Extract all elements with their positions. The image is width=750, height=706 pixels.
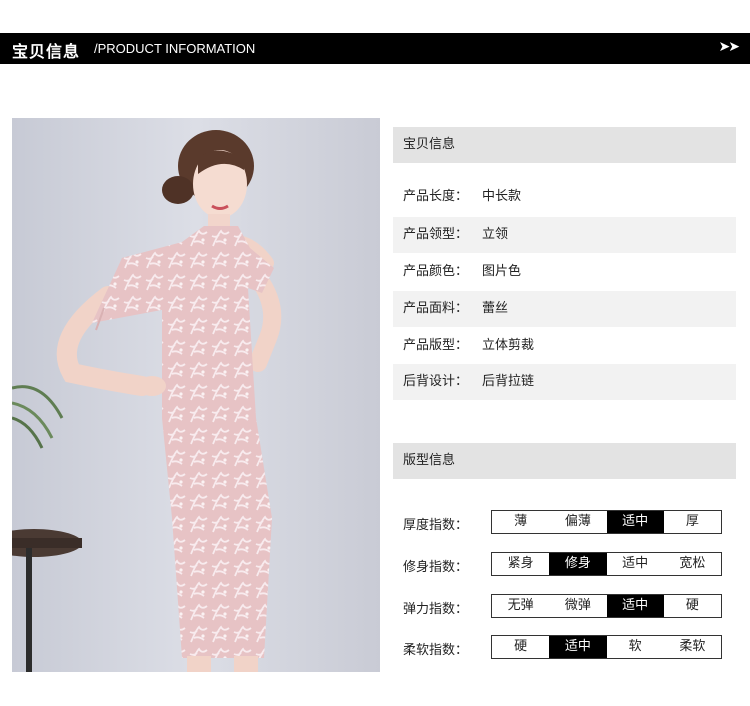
detail-label: 后背设计： bbox=[403, 374, 469, 389]
detail-row: 产品长度： 中长款 bbox=[393, 179, 736, 215]
scale-option: 厚 bbox=[685, 514, 699, 529]
scale-option: 硬 bbox=[514, 639, 528, 654]
detail-label: 产品版型： bbox=[403, 338, 469, 353]
scale-option: 紧身 bbox=[507, 556, 534, 571]
details-heading: 宝贝信息 bbox=[393, 127, 736, 163]
section-banner: 宝贝信息 /PRODUCT INFORMATION ➤➤ bbox=[0, 33, 750, 64]
thickness-scale: 薄 偏薄 适中 厚 bbox=[491, 510, 722, 534]
model-illustration bbox=[12, 118, 380, 672]
banner-title-cn: 宝贝信息 bbox=[12, 42, 81, 61]
scale-option-selected: 适中 bbox=[606, 511, 664, 533]
detail-row: 产品颜色： 图片色 bbox=[393, 254, 736, 290]
scale-option: 硬 bbox=[685, 598, 699, 613]
scale-option: 宽松 bbox=[679, 556, 706, 571]
banner-title-en: /PRODUCT INFORMATION bbox=[94, 41, 256, 56]
scale-option: 无弹 bbox=[507, 598, 534, 613]
scale-option-selected: 修身 bbox=[549, 553, 607, 575]
scale-option: 偏薄 bbox=[564, 514, 591, 529]
scale-option-selected: 适中 bbox=[549, 636, 607, 658]
detail-value: 蕾丝 bbox=[482, 301, 509, 316]
arrow-icon: ➤➤ bbox=[718, 39, 741, 55]
slimness-scale: 紧身 修身 适中 宽松 bbox=[491, 552, 722, 576]
scale-option: 薄 bbox=[514, 514, 528, 529]
detail-value: 中长款 bbox=[482, 189, 522, 204]
fit-heading: 版型信息 bbox=[393, 443, 736, 479]
detail-value: 立体剪裁 bbox=[482, 338, 535, 353]
detail-row: 产品面料： 蕾丝 bbox=[393, 291, 736, 327]
fit-label-elasticity: 弹力指数： bbox=[403, 602, 469, 617]
detail-label: 产品领型： bbox=[403, 227, 469, 242]
detail-value: 立领 bbox=[482, 227, 509, 242]
detail-label: 产品面料： bbox=[403, 301, 469, 316]
detail-row: 产品领型： 立领 bbox=[393, 217, 736, 253]
fit-label-slimness: 修身指数： bbox=[403, 560, 469, 575]
detail-value: 图片色 bbox=[482, 264, 522, 279]
detail-value: 后背拉链 bbox=[482, 374, 535, 389]
elasticity-scale: 无弹 微弹 适中 硬 bbox=[491, 594, 722, 618]
product-photo bbox=[12, 118, 380, 672]
detail-row: 后背设计： 后背拉链 bbox=[393, 364, 736, 400]
scale-option: 柔软 bbox=[679, 639, 706, 654]
detail-label: 产品颜色： bbox=[403, 264, 469, 279]
scale-option-selected: 适中 bbox=[606, 595, 664, 617]
softness-scale: 硬 适中 软 柔软 bbox=[491, 635, 722, 659]
detail-row: 产品版型： 立体剪裁 bbox=[393, 328, 736, 364]
scale-option: 适中 bbox=[622, 556, 649, 571]
fit-label-thickness: 厚度指数： bbox=[403, 518, 469, 533]
scale-option: 微弹 bbox=[564, 598, 591, 613]
scale-option: 软 bbox=[628, 639, 642, 654]
detail-label: 产品长度： bbox=[403, 189, 469, 204]
fit-label-softness: 柔软指数： bbox=[403, 643, 469, 658]
